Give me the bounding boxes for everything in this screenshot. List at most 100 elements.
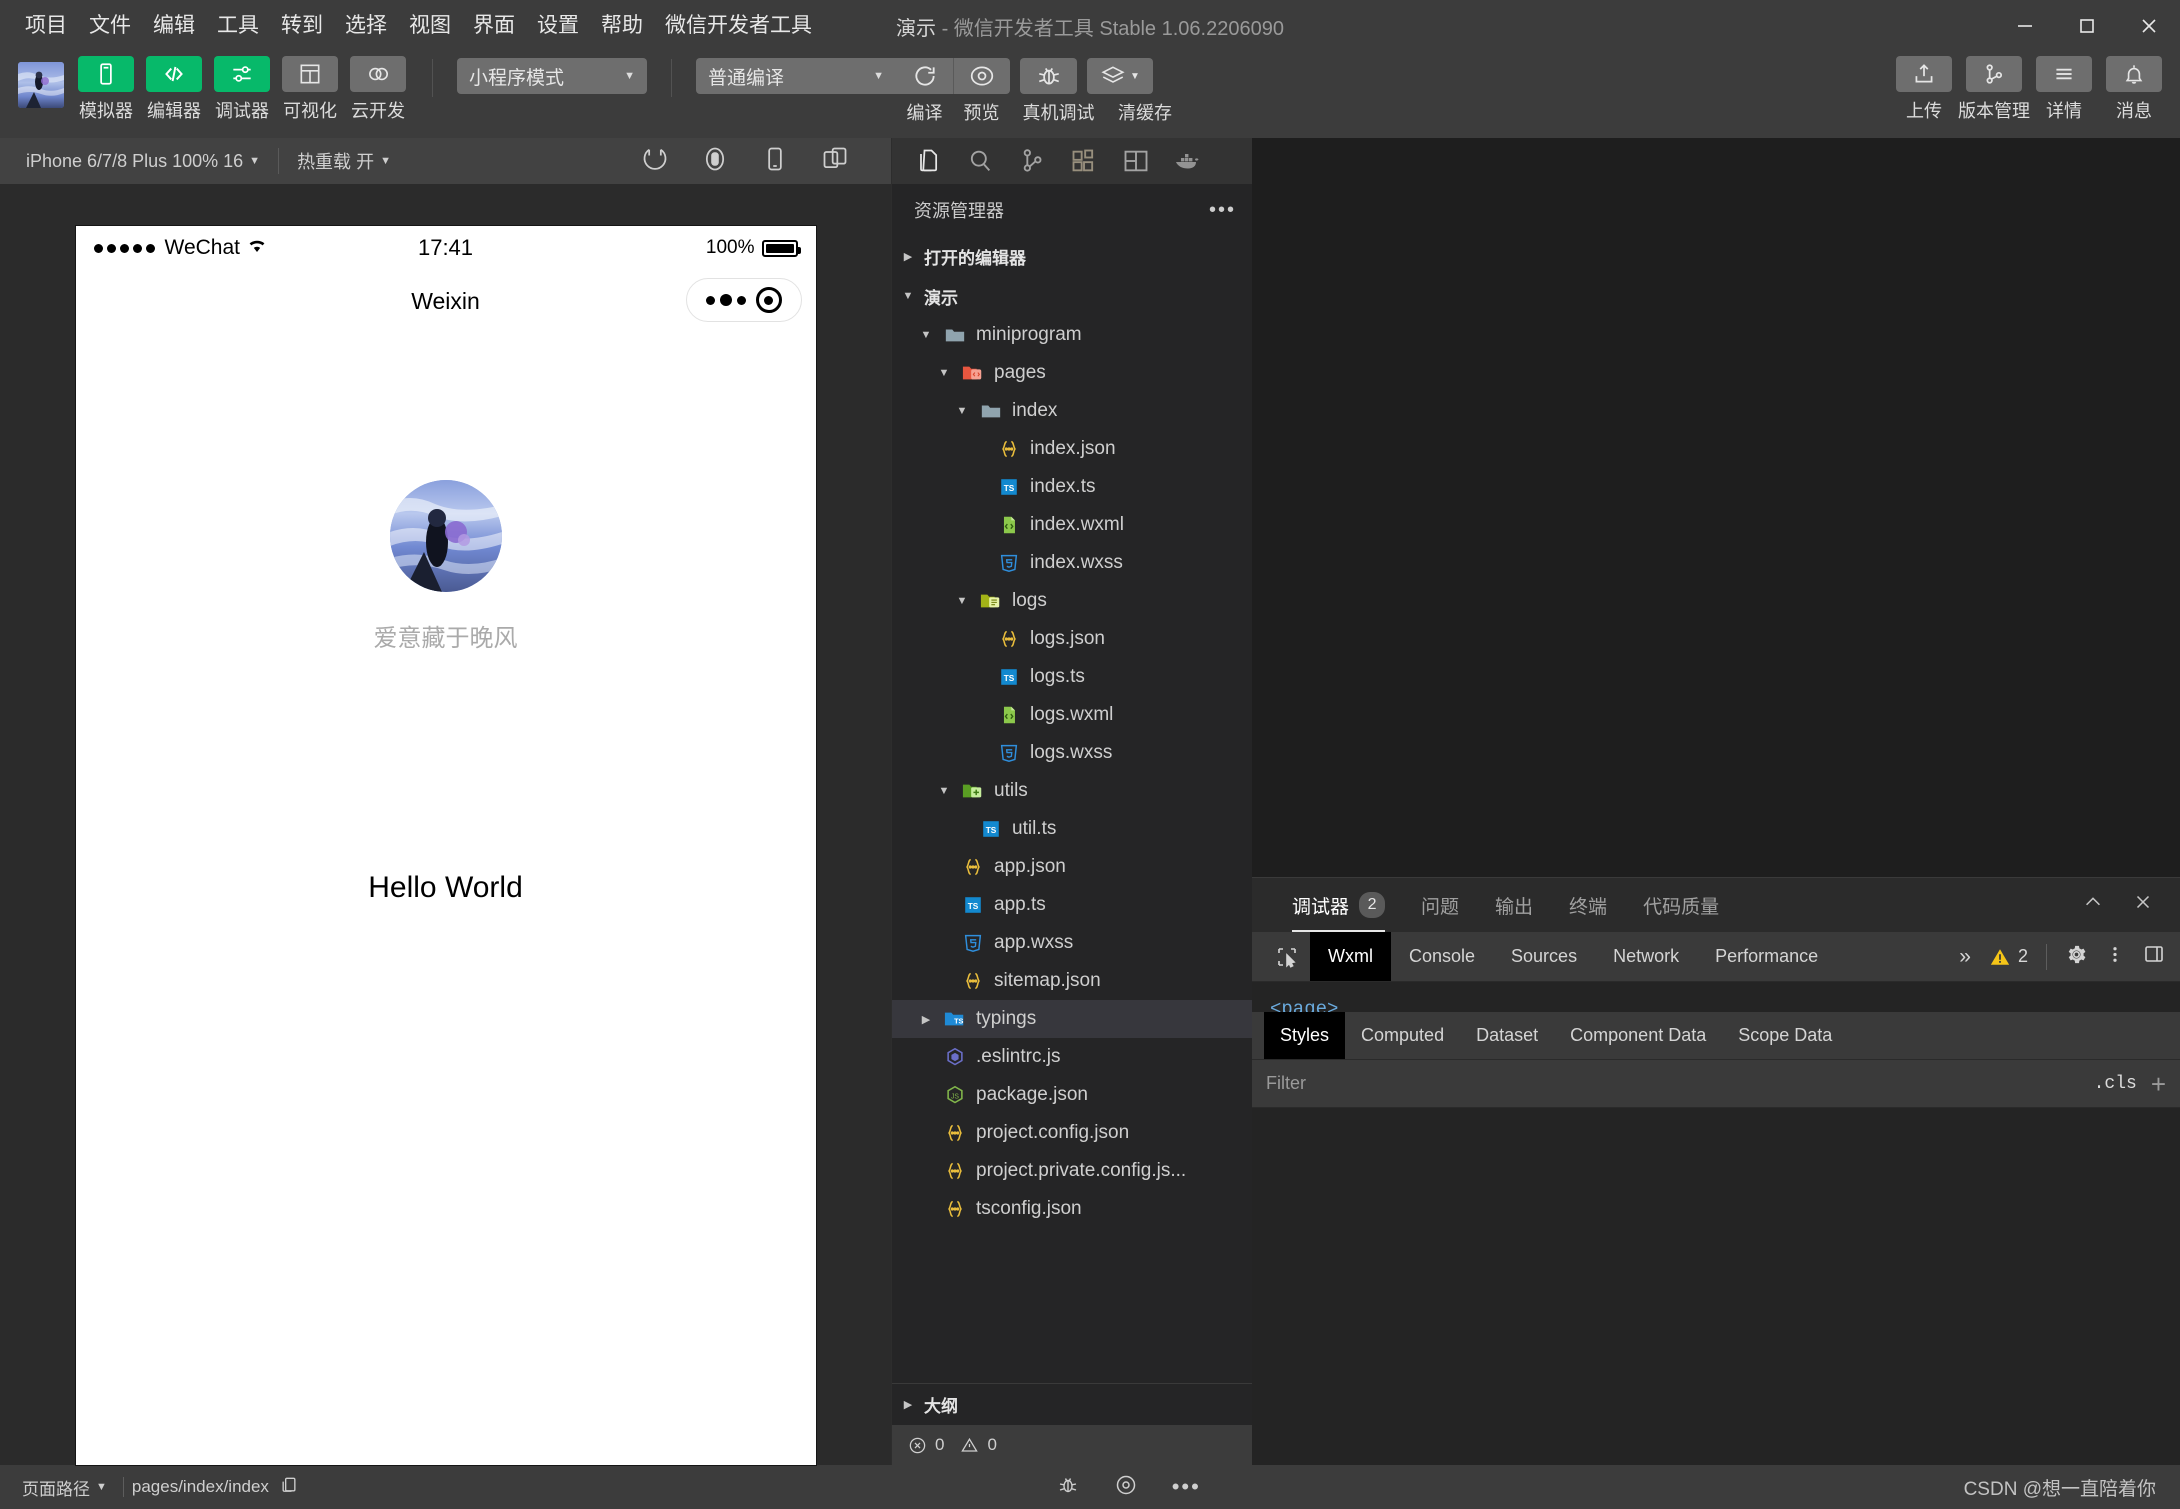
menu-item-4[interactable]: 转到 (270, 9, 334, 42)
debugger-tab-0[interactable]: 调试器 2 (1274, 878, 1403, 932)
chevron-down-icon[interactable]: ▼ (954, 595, 970, 607)
tree-file-package.json[interactable]: JS package.json (892, 1076, 1252, 1114)
toolbar-button-编辑器[interactable]: 编辑器 (144, 56, 204, 123)
editor-area[interactable] (1252, 138, 2180, 877)
search-icon[interactable] (954, 138, 1006, 184)
section-open-editors[interactable]: ▶ 打开的编辑器 (892, 236, 1252, 276)
gear-icon[interactable] (2065, 943, 2088, 971)
mode-select[interactable]: 小程序模式 ▼ (457, 58, 647, 94)
chevron-down-icon[interactable]: ▼ (936, 367, 952, 379)
status-more-icon[interactable]: ••• (1172, 1474, 1207, 1500)
menu-item-6[interactable]: 视图 (398, 9, 462, 42)
filter-input[interactable] (1266, 1073, 2080, 1094)
rotate-icon[interactable] (641, 145, 669, 178)
source-control-icon[interactable] (1006, 138, 1058, 184)
status-eye-icon[interactable] (1114, 1473, 1172, 1502)
tree-file-.eslintrc.js[interactable]: .eslintrc.js (892, 1038, 1252, 1076)
tree-folder-pages[interactable]: ▼ pages (892, 354, 1252, 392)
styles-tab-scope-data[interactable]: Scope Data (1722, 1012, 1848, 1059)
record-icon[interactable] (701, 145, 729, 178)
more-icon[interactable]: ••• (1209, 199, 1236, 222)
debugger-tab-3[interactable]: 终端 (1551, 878, 1625, 932)
device-icon[interactable] (761, 145, 789, 178)
toolbar-button-可视化[interactable]: 可视化 (280, 56, 340, 123)
compile-button[interactable] (896, 58, 953, 94)
menu-item-7[interactable]: 界面 (462, 9, 526, 42)
toolbar-branch-button[interactable]: 版本管理 (1958, 56, 2030, 123)
problems-status[interactable]: 0 0 (892, 1425, 1252, 1465)
tree-file-app.json[interactable]: app.json (892, 848, 1252, 886)
debugger-tab-2[interactable]: 输出 (1477, 878, 1551, 932)
devtools-tab-network[interactable]: Network (1595, 932, 1697, 981)
menu-item-5[interactable]: 选择 (334, 9, 398, 42)
tree-folder-index[interactable]: ▼ index (892, 392, 1252, 430)
dock-icon[interactable] (2142, 942, 2166, 971)
menu-item-1[interactable]: 文件 (78, 9, 142, 42)
tree-file-index.wxml[interactable]: index.wxml (892, 506, 1252, 544)
toolbar-button-调试器[interactable]: 调试器 (212, 56, 272, 123)
preview-button[interactable] (953, 58, 1010, 94)
tree-file-logs.ts[interactable]: TS logs.ts (892, 658, 1252, 696)
tree-file-tsconfig.json[interactable]: tsconfig.json (892, 1190, 1252, 1228)
tree-file-util.ts[interactable]: TS util.ts (892, 810, 1252, 848)
wxml-tree-preview[interactable]: <page> (1252, 982, 2180, 1012)
tree-folder-miniprogram[interactable]: ▼ miniprogram (892, 316, 1252, 354)
page-path-select[interactable]: 页面路径 ▼ (14, 1475, 115, 1500)
toolbar-button-云开发[interactable]: 云开发 (348, 56, 408, 123)
menu-item-2[interactable]: 编辑 (142, 9, 206, 42)
wechat-capsule-menu[interactable] (685, 278, 802, 322)
toolbar-menu-button[interactable]: 详情 (2034, 56, 2094, 123)
status-bug-icon[interactable] (1056, 1473, 1114, 1502)
devtools-tab-console[interactable]: Console (1391, 932, 1493, 981)
tree-file-project.private.config.js...[interactable]: project.private.config.js... (892, 1152, 1252, 1190)
menu-item-9[interactable]: 帮助 (590, 9, 654, 42)
close-button[interactable] (2118, 0, 2180, 52)
add-rule-button[interactable]: + (2151, 1071, 2166, 1097)
close-target-icon[interactable] (755, 287, 782, 313)
debugger-tab-1[interactable]: 问题 (1403, 878, 1477, 932)
docker-icon[interactable] (1162, 138, 1214, 184)
menu-item-3[interactable]: 工具 (206, 9, 270, 42)
copy-icon[interactable] (279, 1475, 299, 1500)
compile-select[interactable]: 普通编译 ▼ (696, 58, 896, 94)
overflow-tabs-button[interactable]: » (1959, 945, 1971, 969)
devtools-tab-performance[interactable]: Performance (1697, 932, 1836, 981)
chevron-down-icon[interactable]: ▼ (918, 329, 934, 341)
user-avatar[interactable] (389, 480, 502, 592)
styles-tab-component-data[interactable]: Component Data (1554, 1012, 1722, 1059)
maximize-button[interactable] (2056, 0, 2118, 52)
toolbar-button-模拟器[interactable]: 模拟器 (76, 56, 136, 123)
menu-item-8[interactable]: 设置 (526, 9, 590, 42)
real-device-debug-button[interactable] (1020, 58, 1077, 94)
extensions-icon[interactable] (1058, 138, 1110, 184)
tree-file-logs.json[interactable]: logs.json (892, 620, 1252, 658)
chevron-down-icon[interactable]: ▼ (954, 405, 970, 417)
styles-tab-dataset[interactable]: Dataset (1460, 1012, 1554, 1059)
split-editor-icon[interactable] (1110, 138, 1162, 184)
section-outline[interactable]: ▶ 大纲 (892, 1383, 1252, 1425)
clear-cache-button[interactable]: ▼ (1087, 58, 1153, 94)
tree-file-index.wxss[interactable]: index.wxss (892, 544, 1252, 582)
toolbar-upload-button[interactable]: 上传 (1894, 56, 1954, 123)
devtools-tab-wxml[interactable]: Wxml (1310, 932, 1391, 981)
cls-button[interactable]: .cls (2094, 1074, 2137, 1094)
tree-file-app.ts[interactable]: TS app.ts (892, 886, 1252, 924)
styles-tab-styles[interactable]: Styles (1264, 1012, 1346, 1059)
tree-folder-logs[interactable]: ▼ logs (892, 582, 1252, 620)
tree-folder-typings[interactable]: ▶ TS typings (892, 1000, 1252, 1038)
minimize-button[interactable] (1994, 0, 2056, 52)
kebab-icon[interactable] (2106, 943, 2124, 971)
device-select[interactable]: iPhone 6/7/8 Plus 100% 16 ▼ (14, 151, 272, 172)
debugger-tab-4[interactable]: 代码质量 (1625, 878, 1737, 932)
hot-reload-select[interactable]: 热重载 开 ▼ (285, 148, 403, 174)
collapse-panel-button[interactable] (2082, 891, 2104, 919)
inspect-icon[interactable] (1264, 932, 1310, 982)
close-panel-button[interactable] (2132, 891, 2154, 919)
tree-file-index.ts[interactable]: TS index.ts (892, 468, 1252, 506)
styles-tab-computed[interactable]: Computed (1345, 1012, 1460, 1059)
warning-badge[interactable]: 2 (1989, 946, 2028, 968)
chevron-down-icon[interactable]: ▼ (936, 785, 952, 797)
tree-file-index.json[interactable]: index.json (892, 430, 1252, 468)
more-dots-icon[interactable] (705, 294, 746, 306)
tree-folder-utils[interactable]: ▼ utils (892, 772, 1252, 810)
